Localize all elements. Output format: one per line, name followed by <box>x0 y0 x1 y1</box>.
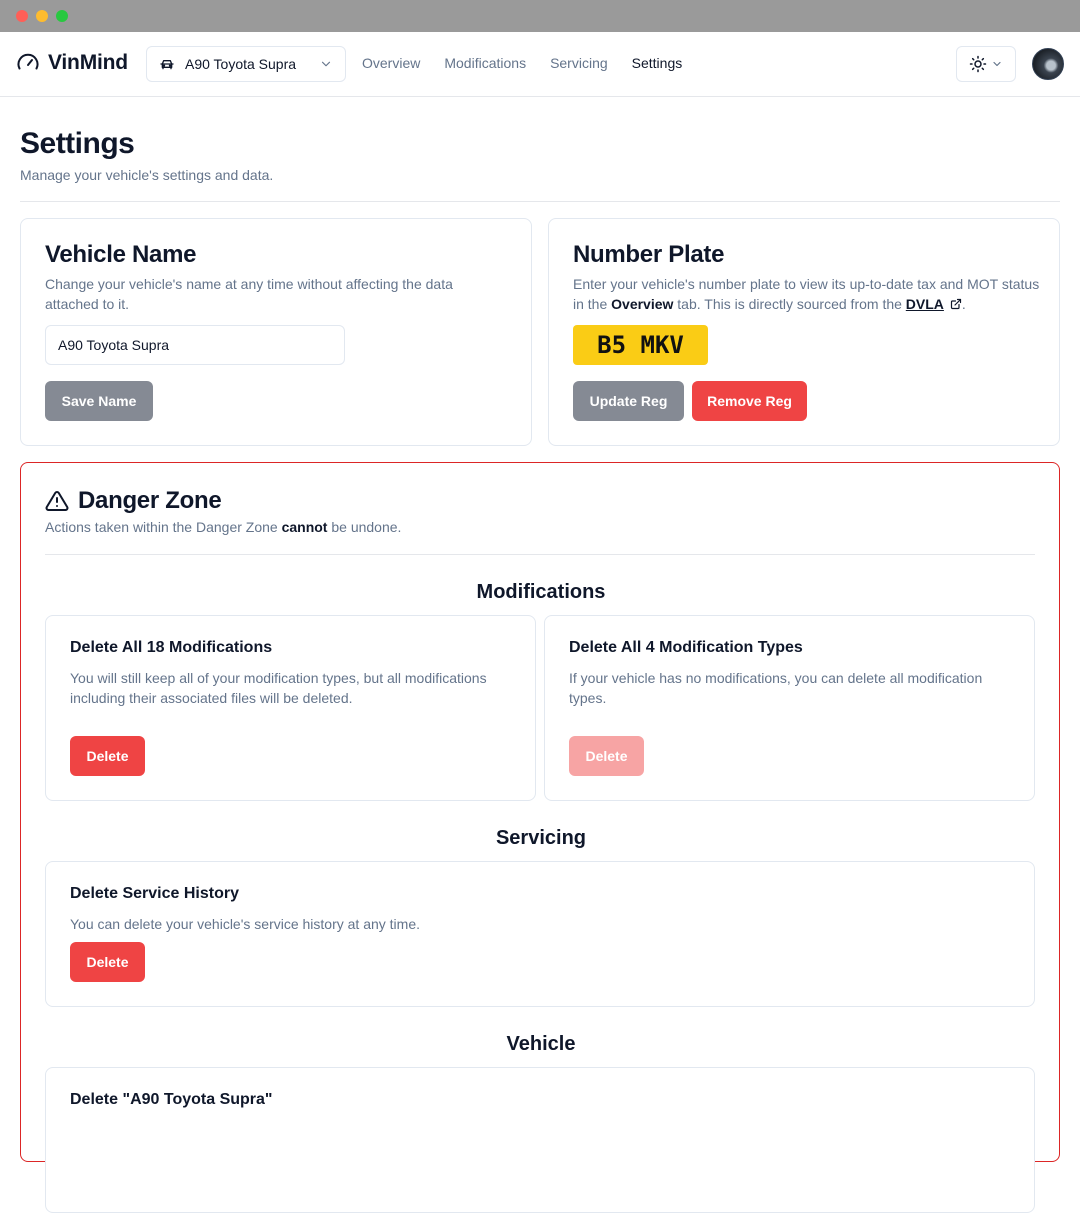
window-titlebar <box>0 0 1080 32</box>
chevron-down-icon <box>993 61 1001 67</box>
delete-service-history-button[interactable]: Delete <box>70 942 145 982</box>
nav-servicing[interactable]: Servicing <box>550 55 608 71</box>
danger-zone-header: Danger Zone <box>45 487 222 515</box>
delete-vehicle-title: Delete "A90 Toyota Supra" <box>70 1091 273 1109</box>
vehicle-select[interactable]: A90 Toyota Supra <box>146 46 346 82</box>
delete-service-history-title: Delete Service History <box>70 885 239 902</box>
vehicle-name-card: Vehicle Name Change your vehicle's name … <box>20 218 532 446</box>
description-text: be undone. <box>327 519 402 535</box>
delete-vehicle-card: Delete "A90 Toyota Supra" <box>45 1067 1035 1213</box>
divider <box>20 201 1060 202</box>
window-close-dot[interactable] <box>16 10 28 22</box>
save-name-button[interactable]: Save Name <box>45 381 153 421</box>
delete-modification-types-title: Delete All 4 Modification Types <box>569 639 803 656</box>
description-text: . <box>961 296 966 312</box>
danger-zone-description: Actions taken within the Danger Zone can… <box>45 519 401 535</box>
update-reg-button[interactable]: Update Reg <box>573 381 684 421</box>
delete-modifications-title: Delete All 18 Modifications <box>70 639 273 656</box>
title-text: Delete " <box>70 1091 131 1108</box>
danger-zone-title: Danger Zone <box>78 487 222 514</box>
divider <box>45 554 1035 555</box>
brand[interactable]: VinMind <box>16 51 128 75</box>
window-maximize-dot[interactable] <box>56 10 68 22</box>
description-text: tab. This is directly sourced from the <box>673 296 906 312</box>
title-text: " <box>264 1091 273 1108</box>
car-icon <box>160 60 174 70</box>
delete-modification-types-button[interactable]: Delete <box>569 736 644 776</box>
chevron-down-icon <box>321 61 331 67</box>
top-navbar: VinMind A90 Toyota Supra Overview Modifi… <box>0 32 1080 97</box>
delete-service-history-description: You can delete your vehicle's service hi… <box>70 916 420 932</box>
page-subtitle: Manage your vehicle's settings and data. <box>20 167 274 183</box>
vehicle-name-emphasis: A90 Toyota Supra <box>130 1091 265 1108</box>
delete-service-history-card: Delete Service History You can delete yo… <box>45 861 1035 1007</box>
nav-modifications[interactable]: Modifications <box>444 55 526 71</box>
number-plate-title: Number Plate <box>573 241 725 268</box>
nav-overview[interactable]: Overview <box>362 55 420 71</box>
nav-settings[interactable]: Settings <box>632 55 683 71</box>
delete-modifications-card: Delete All 18 Modifications You will sti… <box>45 615 536 801</box>
vehicle-section-heading: Vehicle <box>506 1033 576 1055</box>
vehicle-name-input[interactable] <box>45 325 345 365</box>
remove-reg-button[interactable]: Remove Reg <box>692 381 807 421</box>
description-text: Actions taken within the Danger Zone <box>45 519 282 535</box>
sun-icon <box>969 55 987 73</box>
main-nav: Overview Modifications Servicing Setting… <box>362 55 682 71</box>
number-plate-description: Enter your vehicle's number plate to vie… <box>573 274 1043 314</box>
delete-modifications-description: You will still keep all of your modifica… <box>70 670 487 706</box>
delete-modifications-button[interactable]: Delete <box>70 736 145 776</box>
vehicle-select-label: A90 Toyota Supra <box>185 56 297 72</box>
danger-zone-card: Danger Zone Actions taken within the Dan… <box>20 462 1060 1213</box>
delete-modification-types-card: Delete All 4 Modification Types If your … <box>544 615 1035 801</box>
vehicle-name-title: Vehicle Name <box>45 241 197 268</box>
cannot-emphasis: cannot <box>281 519 328 535</box>
window-minimize-dot[interactable] <box>36 10 48 22</box>
brand-name: VinMind <box>48 51 128 74</box>
delete-modification-types-description: If your vehicle has no modifications, yo… <box>569 670 983 706</box>
modifications-section-heading: Modifications <box>476 581 606 603</box>
theme-toggle-button[interactable] <box>956 46 1016 82</box>
servicing-section-heading: Servicing <box>495 827 587 849</box>
overview-tab-reference: Overview <box>611 296 674 312</box>
dvla-link[interactable]: DVLA <box>906 296 944 312</box>
user-avatar[interactable] <box>1032 48 1064 80</box>
vehicle-name-description: Change your vehicle's name at any time w… <box>45 276 453 312</box>
external-link-icon <box>950 298 961 310</box>
warning-triangle-icon <box>45 490 69 511</box>
speedometer-icon <box>17 53 39 70</box>
number-plate-card: Number Plate Enter your vehicle's number… <box>548 218 1060 446</box>
number-plate-display: B5 MKV <box>573 325 708 365</box>
page-title: Settings <box>20 127 135 160</box>
